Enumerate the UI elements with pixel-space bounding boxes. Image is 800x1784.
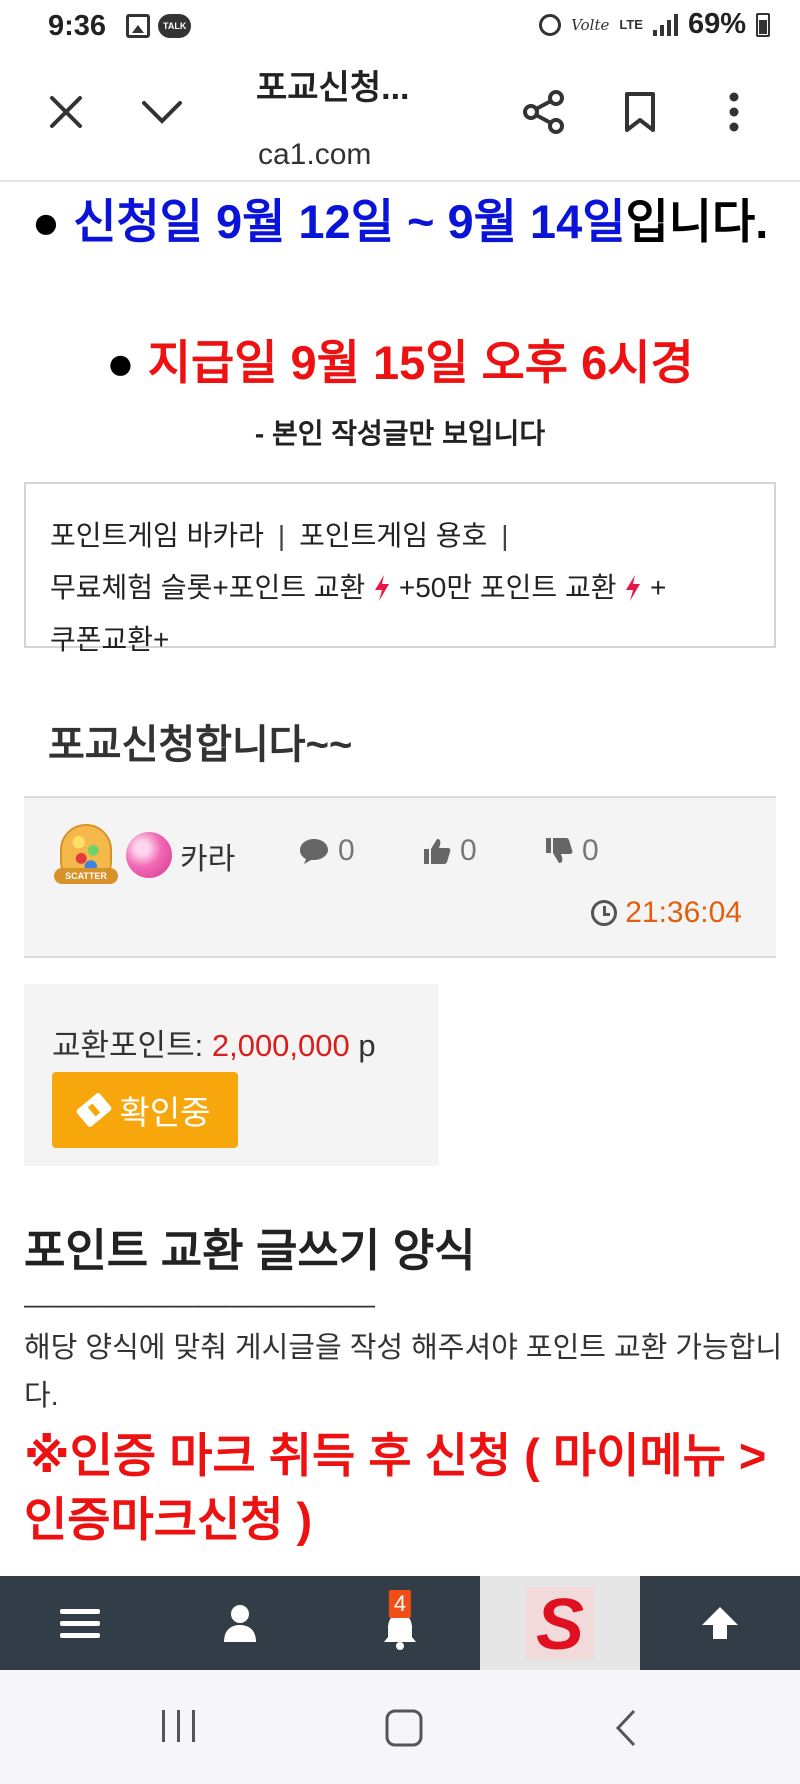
category-link-point-exchange[interactable]: 포인트 교환 bbox=[229, 572, 366, 603]
exchange-info: 교환포인트: 2,000,000 p 확인중 bbox=[24, 984, 439, 1166]
bullet: ● bbox=[106, 336, 135, 389]
dislike-count: 0 bbox=[582, 834, 599, 867]
author-nickname[interactable]: 카라 bbox=[180, 834, 235, 878]
post-title: 포교신청합니다~~ bbox=[48, 723, 353, 767]
url-text[interactable]: ca1.com bbox=[258, 138, 371, 172]
own-posts-note: - 본인 작성글만 보입니다 bbox=[254, 418, 546, 449]
site-bottom-nav: 4 S bbox=[0, 1576, 800, 1670]
share-icon[interactable] bbox=[516, 84, 572, 140]
lightning-icon bbox=[624, 572, 650, 603]
bullet: ● bbox=[31, 195, 61, 248]
category-menu: 포인트게임 바카라 | 포인트게임 용호 | 무료체험 슬롯+포인트 교환 +50만 … bbox=[24, 482, 776, 655]
level-tag: SCATTER bbox=[54, 868, 118, 884]
apply-notice: ● 신청일 9월 12일 ~ 9월 14일입니다. bbox=[24, 192, 776, 252]
recent-apps-icon[interactable] bbox=[160, 1708, 198, 1749]
notification-badge: 4 bbox=[388, 1590, 412, 1618]
form-description: 해당 양식에 맞춰 게시글을 작성 해주셔야 포인트 교환 가능합니다. bbox=[24, 1332, 783, 1412]
logo[interactable]: S bbox=[480, 1576, 640, 1670]
clock-icon bbox=[591, 900, 618, 926]
notification-button[interactable]: 4 bbox=[320, 1576, 480, 1670]
arrow-up-icon[interactable] bbox=[640, 1576, 800, 1670]
signal-icon bbox=[652, 13, 678, 36]
battery-icon bbox=[756, 12, 770, 37]
post-time: 21:36:04 bbox=[591, 896, 742, 930]
category-link-coupon[interactable]: 쿠폰교환+ bbox=[50, 624, 169, 655]
status-bar: 9:36 TALK Volte LTE 69% bbox=[0, 0, 800, 54]
exchange-points: 교환포인트: 2,000,000 p bbox=[52, 1020, 376, 1065]
android-nav-bar bbox=[0, 1670, 800, 1784]
status-button[interactable]: 확인중 bbox=[52, 1072, 238, 1148]
thumbs-up-icon bbox=[424, 839, 451, 864]
battery-percent: 69% bbox=[687, 8, 746, 40]
menu-icon[interactable] bbox=[0, 1576, 160, 1670]
category-link-free-slot[interactable]: 무료체험 슬롯+ bbox=[50, 572, 229, 603]
image-icon bbox=[126, 14, 150, 38]
more-icon[interactable] bbox=[706, 84, 762, 140]
category-row: 포인트게임 바카라 | 포인트게임 용호 | bbox=[50, 514, 523, 554]
status-label: 확인중 bbox=[119, 1094, 211, 1131]
thumbs-down-icon bbox=[546, 838, 573, 863]
dislike-button[interactable]: 0 bbox=[544, 834, 599, 868]
status-right-icons: Volte LTE 69% bbox=[539, 8, 770, 41]
back-icon[interactable] bbox=[614, 1708, 638, 1753]
divider: —————————————— bbox=[24, 1289, 375, 1319]
bookmark-icon[interactable] bbox=[612, 84, 668, 140]
browser-toolbar: 포교신청... ca1.com bbox=[0, 54, 800, 182]
category-link-dragon-tiger[interactable]: 포인트게임 용호 bbox=[299, 520, 487, 551]
category-link-baccarat[interactable]: 포인트게임 바카라 bbox=[50, 520, 264, 551]
post-meta: SCATTER 카라 0 0 0 21:36:04 bbox=[24, 796, 776, 958]
user-icon[interactable] bbox=[160, 1576, 320, 1670]
like-button[interactable]: 0 bbox=[422, 834, 477, 868]
form-title: 포인트 교환 글쓰기 양식 bbox=[24, 1225, 476, 1276]
lightning-icon bbox=[373, 572, 399, 603]
ticket-icon bbox=[75, 1091, 114, 1129]
lte-indicator: LTE bbox=[619, 16, 643, 32]
chevron-down-icon[interactable] bbox=[134, 84, 190, 140]
separator: | bbox=[501, 520, 509, 551]
apply-dates: 신청일 9월 12일 ~ 9월 14일 bbox=[73, 195, 626, 248]
volte-indicator: Volte bbox=[571, 15, 610, 34]
logo-letter: S bbox=[536, 1585, 584, 1661]
comment-count: 0 bbox=[298, 834, 355, 868]
comment-icon bbox=[300, 839, 328, 864]
payment-notice: ● 지급일 9월 15일 오후 6시경 bbox=[24, 324, 776, 393]
category-row: 무료체험 슬롯+포인트 교환 +50만 포인트 교환 + bbox=[50, 566, 666, 606]
alarm-icon bbox=[539, 13, 562, 36]
home-icon[interactable] bbox=[384, 1708, 424, 1753]
separator: | bbox=[277, 520, 286, 551]
category-row: 쿠폰교환+ bbox=[50, 618, 169, 658]
category-plus: + bbox=[650, 572, 667, 603]
category-link-500k-exchange[interactable]: +50만 포인트 교환 bbox=[399, 572, 617, 603]
like-count: 0 bbox=[460, 834, 477, 867]
exchange-unit: p bbox=[358, 1028, 376, 1063]
page-title: 포교신청... bbox=[256, 69, 410, 107]
status-time: 9:36 bbox=[48, 10, 107, 42]
status-left-icons: TALK bbox=[126, 14, 192, 38]
avatar[interactable] bbox=[126, 832, 172, 878]
talk-icon: TALK bbox=[158, 14, 192, 38]
post-time-value: 21:36:04 bbox=[625, 896, 742, 929]
exchange-label: 교환포인트: bbox=[52, 1028, 204, 1063]
comment-count-value: 0 bbox=[338, 834, 355, 867]
exchange-value: 2,000,000 bbox=[211, 1028, 350, 1063]
form-warning: ※인증 마크 취득 후 신청 ( 마이메뉴 > 인증마크신청 ) bbox=[24, 1429, 767, 1546]
close-icon[interactable] bbox=[38, 84, 94, 140]
apply-suffix: 입니다. bbox=[625, 195, 769, 248]
payment-date: 지급일 9월 15일 오후 6시경 bbox=[147, 336, 694, 389]
